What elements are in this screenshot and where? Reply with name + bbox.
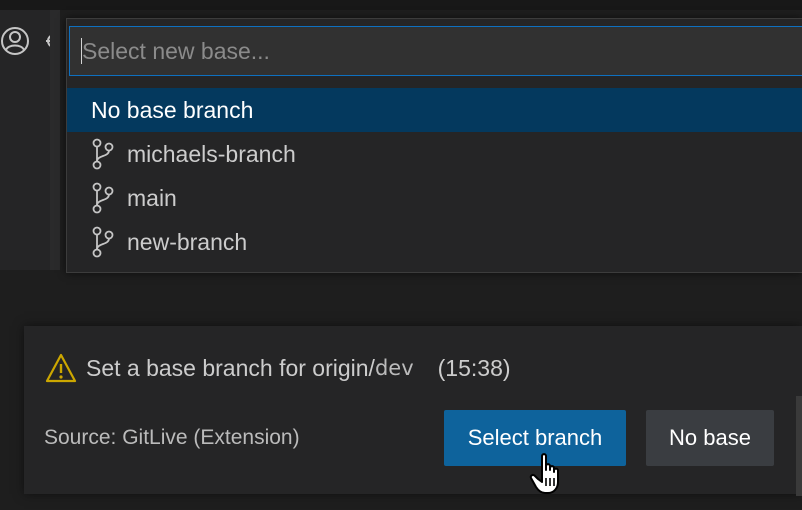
- quick-pick-item-label: michaels-branch: [127, 140, 296, 167]
- quick-pick-item-label: No base branch: [91, 96, 254, 123]
- git-branch-icon: [91, 181, 115, 215]
- title-bar-edge: [0, 0, 802, 10]
- quick-pick-item-label: main: [127, 184, 177, 211]
- sidebar-edge: [50, 10, 60, 270]
- account-icon[interactable]: [0, 24, 30, 58]
- notification-time: (15:38): [437, 354, 511, 381]
- quick-pick-panel: No base branch michaels-branch: [66, 18, 802, 273]
- notification-message: Set a base branch for origin/dev (15:38): [44, 352, 511, 384]
- quick-pick-item-new-branch[interactable]: new-branch: [67, 220, 802, 264]
- notification-toast: Set a base branch for origin/dev (15:38)…: [24, 326, 802, 494]
- git-branch-icon: [91, 225, 115, 259]
- git-branch-icon: [91, 137, 115, 171]
- quick-pick-item-no-base-branch[interactable]: No base branch: [67, 88, 802, 132]
- scrollbar-thumb[interactable]: [796, 396, 802, 496]
- quick-pick-item-michaels-branch[interactable]: michaels-branch: [67, 132, 802, 176]
- quick-pick-input-wrap: [67, 26, 802, 76]
- hand-pointer-icon: [528, 452, 568, 496]
- quick-pick-input[interactable]: [69, 26, 802, 76]
- warning-icon: [44, 352, 78, 384]
- text-caret: [81, 38, 82, 64]
- notification-message-branch: dev: [374, 356, 414, 380]
- notification-source: Source: GitLive (Extension): [44, 426, 300, 449]
- quick-pick-list: No base branch michaels-branch main new-…: [67, 88, 802, 264]
- quick-pick-item-main[interactable]: main: [67, 176, 802, 220]
- no-base-button[interactable]: No base: [646, 410, 774, 466]
- quick-pick-item-label: new-branch: [127, 228, 248, 255]
- notification-message-prefix: Set a base branch for origin/: [86, 354, 375, 381]
